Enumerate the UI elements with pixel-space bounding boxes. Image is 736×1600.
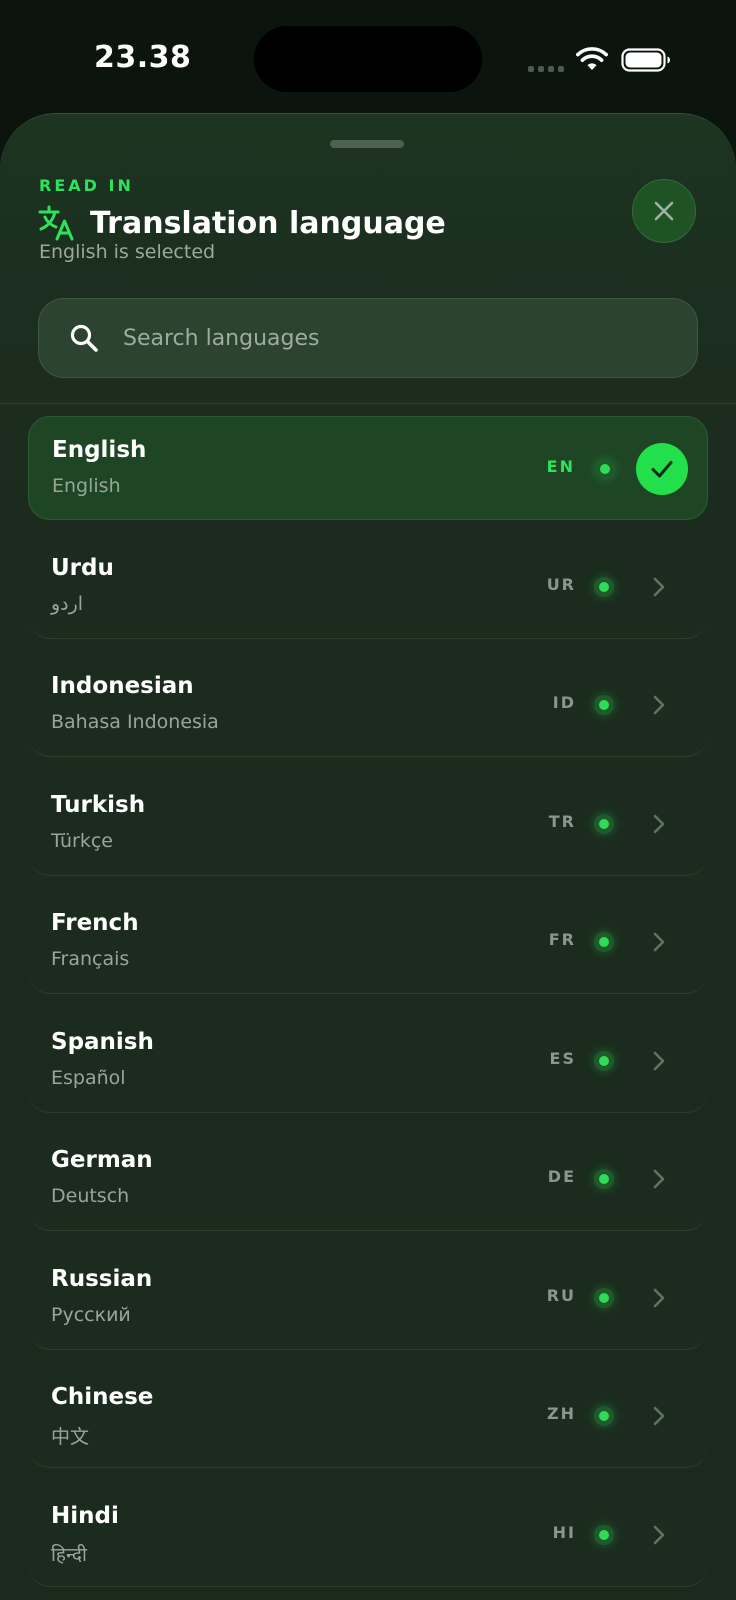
availability-dot-icon [595, 459, 615, 479]
language-row-indonesian[interactable]: Indonesian Bahasa Indonesia ID [28, 653, 708, 757]
status-time: 23.38 [94, 40, 192, 75]
sheet-subtitle: English is selected [39, 241, 216, 263]
screen: 23.38 READ IN Translation language Engli… [0, 0, 736, 1600]
availability-dot-icon [594, 1050, 614, 1071]
sheet-grabber[interactable] [330, 140, 404, 148]
language-row-hindi[interactable]: Hindi हिन्दी HI [28, 1482, 708, 1587]
chevron-right-icon [653, 577, 665, 596]
availability-dot-icon [594, 1287, 614, 1308]
close-button[interactable] [632, 179, 696, 243]
language-native-name: Deutsch [51, 1185, 130, 1207]
language-native-name: اردو [51, 592, 84, 615]
language-row-turkish[interactable]: Turkish Türkçe TR [28, 771, 708, 876]
availability-dot-icon [594, 1524, 614, 1545]
chevron-right-icon [653, 1525, 665, 1544]
selected-check-badge [636, 443, 688, 495]
cellular-signal-icon [528, 66, 564, 72]
language-code: UR [546, 574, 576, 594]
language-row-english[interactable]: English English EN [28, 416, 708, 520]
language-code: RU [546, 1285, 576, 1305]
language-sheet: READ IN Translation language English is … [0, 113, 736, 1600]
availability-dot-icon [594, 1406, 614, 1426]
language-code: TR [548, 811, 576, 831]
language-row-chinese[interactable]: Chinese 中文 ZH [28, 1364, 708, 1468]
chevron-right-icon [653, 1051, 665, 1070]
language-name: Chinese [51, 1384, 154, 1410]
search-input[interactable] [121, 324, 697, 352]
language-native-name: 中文 [51, 1426, 90, 1448]
language-name: Spanish [51, 1028, 154, 1055]
language-name: French [51, 910, 139, 936]
language-row-russian[interactable]: Russian Русский RU [28, 1245, 708, 1350]
language-name: Russian [51, 1265, 153, 1292]
header-divider [0, 403, 736, 404]
battery-icon [621, 48, 670, 72]
language-row-french[interactable]: French Français FR [28, 890, 708, 994]
availability-dot-icon [594, 1169, 614, 1189]
language-native-name: Русский [51, 1303, 131, 1326]
chevron-right-icon [653, 695, 665, 715]
availability-dot-icon [594, 813, 614, 834]
chevron-right-icon [653, 932, 665, 952]
language-native-name: Français [51, 948, 130, 970]
language-row-spanish[interactable]: Spanish Español ES [28, 1008, 708, 1113]
language-native-name: English [52, 475, 121, 497]
availability-dot-icon [594, 932, 614, 952]
check-icon [651, 461, 673, 478]
language-row-german[interactable]: German Deutsch DE [28, 1127, 708, 1231]
availability-dot-icon [594, 695, 614, 715]
language-code: ZH [547, 1404, 576, 1423]
wifi-icon [576, 47, 608, 70]
sheet-eyebrow: READ IN [39, 176, 134, 195]
search-icon [70, 324, 98, 352]
language-native-name: हिन्दी [51, 1543, 87, 1566]
language-code: EN [546, 457, 575, 476]
search-box[interactable] [38, 298, 698, 378]
language-code: DE [547, 1167, 576, 1186]
language-code: FR [548, 930, 576, 949]
chevron-right-icon [653, 814, 665, 833]
language-native-name: Español [51, 1066, 126, 1089]
sheet-title: Translation language [90, 205, 446, 241]
availability-dot-icon [594, 576, 614, 597]
language-native-name: Türkçe [51, 829, 113, 852]
language-name: Hindi [51, 1502, 119, 1529]
language-code: HI [552, 1522, 576, 1542]
chevron-right-icon [653, 1288, 665, 1307]
language-native-name: Bahasa Indonesia [51, 711, 219, 733]
language-row-urdu[interactable]: Urdu اردو UR [28, 534, 708, 639]
close-icon [654, 201, 674, 221]
language-name: German [51, 1147, 153, 1173]
chevron-right-icon [653, 1406, 665, 1426]
language-name: Indonesian [51, 673, 194, 699]
status-bar: 23.38 [0, 0, 736, 112]
language-name: Urdu [51, 554, 114, 581]
language-code: ES [549, 1048, 576, 1068]
chevron-right-icon [653, 1169, 665, 1189]
translate-icon [38, 205, 74, 241]
language-name: English [52, 437, 147, 463]
language-code: ID [552, 693, 576, 712]
dynamic-island [254, 26, 482, 92]
language-list: English English EN Urdu اردو UR Indonesi… [28, 416, 708, 1600]
language-name: Turkish [51, 791, 146, 818]
